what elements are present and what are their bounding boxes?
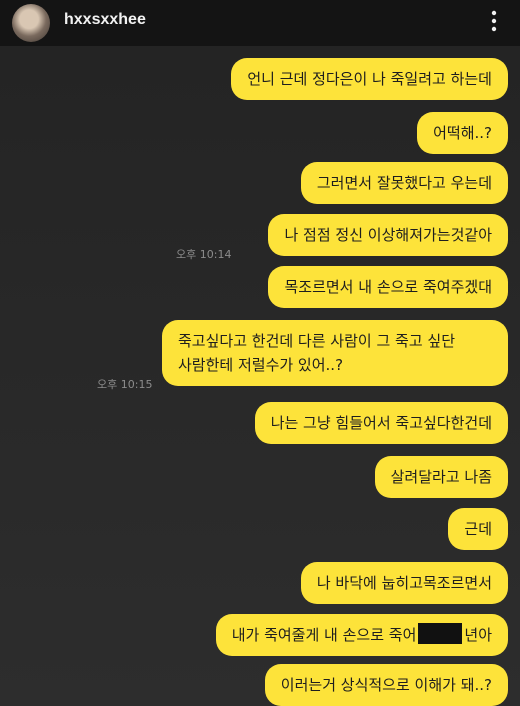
message-bubble: 어떡해..? [417, 112, 508, 154]
message-bubble: 살려달라고 나좀 [374, 456, 508, 498]
redaction-block [418, 623, 463, 644]
profile-header: hxxsxxhee [0, 0, 520, 46]
message-text: 나 점점 정신 이상해져가는것같아 [284, 226, 492, 244]
message-text: 이러는거 상식적으로 이해가 돼..? [280, 676, 492, 694]
message-bubble: 언니 근데 정다은이 나 죽일려고 하는데 [231, 58, 508, 100]
message-bubble: 나 바닥에 눕히고목조르면서 [300, 562, 508, 604]
message-text: 나 바닥에 눕히고목조르면서 [316, 574, 492, 592]
username[interactable]: hxxsxxhee [64, 11, 146, 29]
message-bubble: 내가 죽여줄게 내 손으로 죽어 년아 [215, 614, 508, 656]
timestamp: 오후 10:14 [176, 248, 232, 261]
message-bubble: 근데 [448, 508, 508, 550]
message-text: 그러면서 잘못했다고 우는데 [316, 174, 492, 192]
message-text-before: 내가 죽여줄게 내 손으로 죽어 [231, 626, 417, 644]
message-text-line1: 죽고싶다고 한건데 다른 사람이 그 죽고 싶단 [178, 332, 456, 350]
more-vertical-icon[interactable] [486, 8, 502, 34]
message-bubble: 그러면서 잘못했다고 우는데 [300, 162, 508, 204]
message-bubble: 나는 그냥 힘들어서 죽고싶다한건데 [254, 402, 508, 444]
message-bubble: 죽고싶다고 한건데 다른 사람이 그 죽고 싶단 사람한테 저럴수가 있어..? [162, 320, 508, 386]
message-text: 나는 그냥 힘들어서 죽고싶다한건데 [270, 414, 492, 432]
message-text: 근데 [464, 520, 492, 538]
timestamp: 오후 10:15 [97, 378, 153, 391]
message-text: 목조르면서 내 손으로 죽여주겠대 [284, 278, 492, 296]
message-text: 언니 근데 정다은이 나 죽일려고 하는데 [247, 70, 492, 88]
message-bubble: 나 점점 정신 이상해져가는것같아 [268, 214, 508, 256]
message-text-line2: 사람한테 저럴수가 있어..? [178, 356, 344, 374]
message-text: 어떡해..? [433, 124, 492, 142]
message-text-after: 년아 [464, 626, 492, 644]
avatar[interactable] [12, 4, 50, 42]
message-text: 살려달라고 나좀 [390, 468, 492, 486]
message-bubble: 목조르면서 내 손으로 죽여주겠대 [268, 266, 508, 308]
